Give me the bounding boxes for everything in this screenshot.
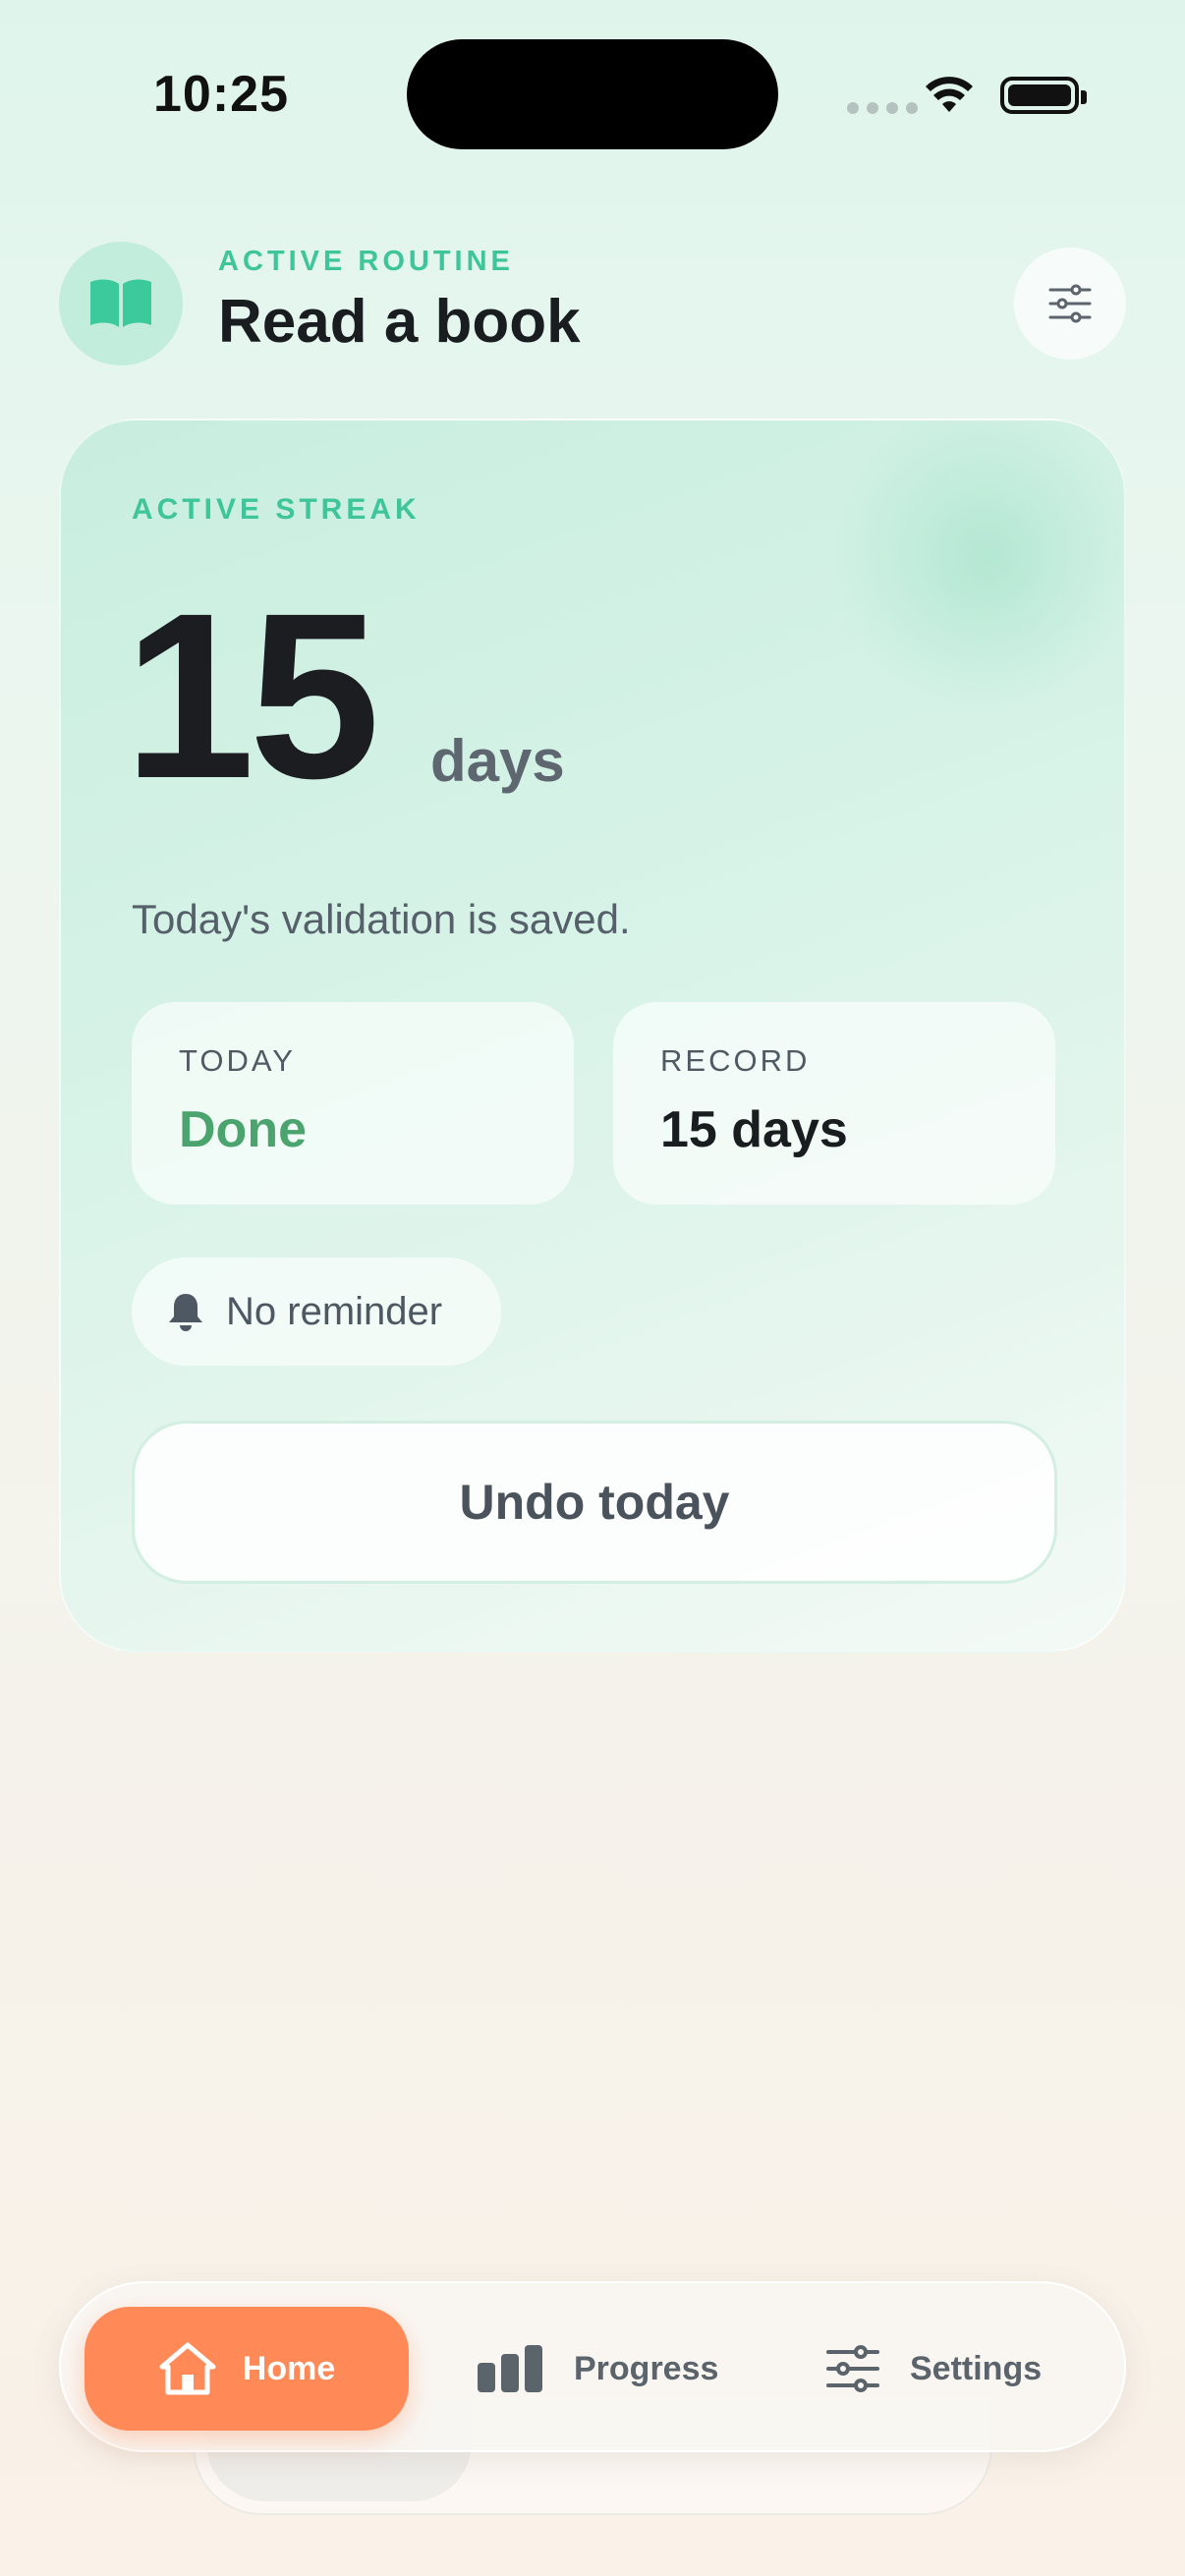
- home-icon: [159, 2342, 216, 2395]
- tab-progress-label: Progress: [574, 2349, 719, 2387]
- bell-icon: [169, 1294, 202, 1331]
- dynamic-island: [407, 39, 778, 149]
- tab-home-label: Home: [242, 2349, 336, 2387]
- record-stat: RECORD 15 days: [613, 1002, 1055, 1204]
- cellular-signal-icon: [847, 102, 918, 114]
- today-label: TODAY: [179, 1043, 296, 1078]
- today-stat: TODAY Done: [132, 1002, 574, 1204]
- sliders-icon: [826, 2345, 879, 2392]
- reminder-button[interactable]: No reminder: [132, 1258, 501, 1366]
- open-book-icon: [59, 242, 183, 365]
- tab-bar: Home Progress Settings: [59, 2281, 1126, 2452]
- record-value: 15 days: [660, 1101, 848, 1158]
- today-value: Done: [179, 1101, 307, 1158]
- record-label: RECORD: [660, 1043, 811, 1078]
- wifi-icon: [926, 77, 973, 112]
- status-time: 10:25: [153, 66, 289, 123]
- tab-home[interactable]: Home: [85, 2307, 409, 2431]
- sliders-icon: [1048, 284, 1092, 323]
- routine-title: Read a book: [218, 288, 581, 356]
- battery-icon: [1000, 77, 1087, 114]
- streak-count: 15: [124, 564, 380, 827]
- streak-label: ACTIVE STREAK: [132, 493, 421, 526]
- routine-eyebrow: ACTIVE ROUTINE: [218, 246, 514, 277]
- bar-chart-icon: [478, 2345, 542, 2392]
- tab-settings[interactable]: Settings: [825, 2307, 1042, 2431]
- tab-settings-label: Settings: [910, 2349, 1043, 2387]
- reminder-label: No reminder: [226, 1289, 443, 1333]
- routine-settings-button[interactable]: [1014, 248, 1126, 360]
- tab-progress[interactable]: Progress: [478, 2307, 718, 2431]
- undo-today-button[interactable]: Undo today: [132, 1421, 1057, 1584]
- card-glow: [829, 420, 1124, 715]
- streak-card: ACTIVE STREAK 15 days Today's validation…: [59, 419, 1126, 1652]
- validation-message: Today's validation is saved.: [132, 896, 631, 942]
- streak-unit: days: [430, 728, 565, 794]
